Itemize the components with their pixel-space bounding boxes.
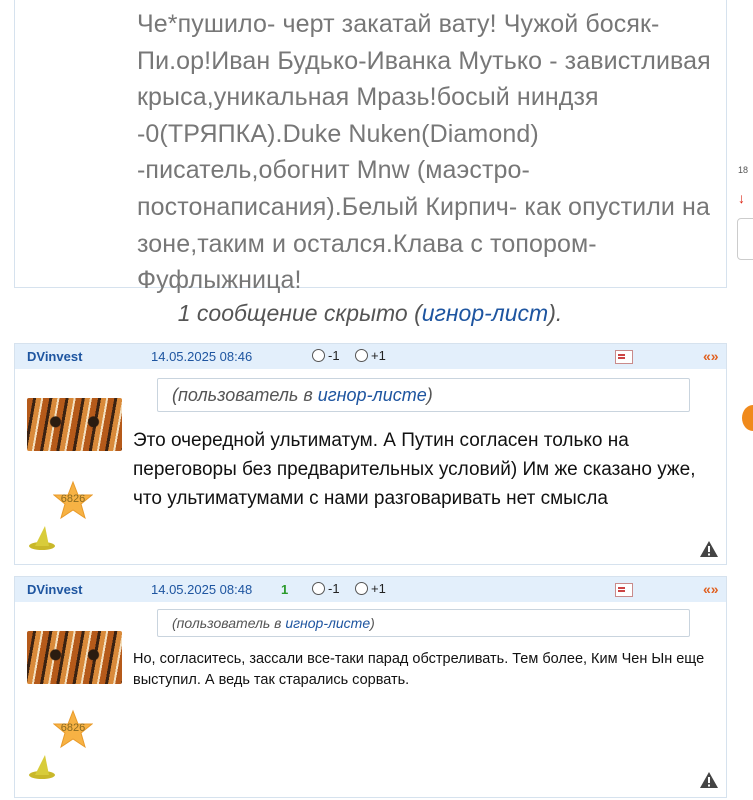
post-score: 1 — [281, 582, 289, 597]
vote-plus[interactable]: +1 — [355, 348, 386, 363]
post-date[interactable]: 14.05.2025 08:48 — [151, 582, 252, 597]
sidebar-button[interactable] — [737, 218, 753, 260]
vote-plus-label: +1 — [371, 348, 386, 363]
avatar[interactable] — [27, 631, 122, 684]
report-warning-icon[interactable] — [699, 540, 719, 558]
rating-value: 6826 — [60, 493, 86, 505]
ignore-prefix: (пользователь в — [172, 615, 286, 631]
post-date[interactable]: 14.05.2025 08:46 — [151, 349, 252, 364]
down-arrow-icon[interactable]: ↓ — [738, 190, 745, 206]
post-header: DVinvest 14.05.2025 08:48 1 -1 +1 «» — [15, 577, 726, 602]
sidebar-number: 18 — [738, 165, 749, 175]
report-warning-icon[interactable] — [699, 771, 719, 789]
wizard-hat-icon — [27, 524, 57, 552]
vote-minus-label: -1 — [328, 348, 340, 363]
post-author[interactable]: DVinvest — [27, 582, 82, 597]
ignore-list-link[interactable]: игнор-листе — [285, 615, 370, 631]
quote-nav-link[interactable]: «» — [703, 581, 719, 597]
forum-post: DVinvest 14.05.2025 08:46 -1 +1 «» 6826 … — [14, 343, 727, 565]
vote-minus-label: -1 — [328, 581, 340, 596]
post-header: DVinvest 14.05.2025 08:46 -1 +1 «» — [15, 344, 726, 369]
previous-post: Че*пушило- черт закатай вату! Чужой бося… — [14, 0, 727, 294]
post-message: Но, согласитесь, зассали все-таки парад … — [133, 651, 705, 688]
hidden-messages-note: 1 сообщение скрыто (игнор-лист). — [0, 300, 740, 327]
ignore-suffix: ) — [426, 385, 433, 405]
ignored-user-box: (пользователь в игнор-листе) — [157, 609, 690, 637]
wizard-hat-icon — [27, 753, 57, 781]
radio-icon[interactable] — [355, 582, 368, 595]
radio-icon[interactable] — [312, 349, 325, 362]
message-icon[interactable] — [615, 350, 633, 364]
post-author[interactable]: DVinvest — [27, 349, 82, 364]
orange-badge-icon[interactable] — [742, 405, 753, 431]
ignored-user-box: (пользователь в игнор-листе) — [157, 378, 690, 412]
rating-star-icon: 6826 — [52, 709, 94, 749]
ignore-list-link[interactable]: игнор-лист — [422, 300, 548, 326]
vote-plus-label: +1 — [371, 581, 386, 596]
vote-minus[interactable]: -1 — [312, 581, 340, 596]
hidden-note-prefix: 1 сообщение скрыто ( — [177, 300, 422, 326]
rating-star-icon: 6826 — [52, 480, 94, 520]
message-icon[interactable] — [615, 583, 633, 597]
ignore-suffix: ) — [370, 615, 375, 631]
post-message: Это очередной ультиматум. А Путин соглас… — [133, 430, 696, 509]
previous-post-text: Че*пушило- черт закатай вату! Чужой бося… — [137, 10, 711, 295]
forum-post: DVinvest 14.05.2025 08:48 1 -1 +1 «» 682… — [14, 576, 727, 798]
vote-plus[interactable]: +1 — [355, 581, 386, 596]
vote-minus[interactable]: -1 — [312, 348, 340, 363]
ignore-list-link[interactable]: игнор-листе — [318, 385, 427, 405]
ignore-prefix: (пользователь в — [172, 385, 318, 405]
radio-icon[interactable] — [312, 582, 325, 595]
avatar[interactable] — [27, 398, 122, 451]
rating-value: 6826 — [60, 722, 86, 734]
right-sidebar-fragment: 18 ↓ — [728, 0, 753, 800]
hidden-note-suffix: ). — [548, 300, 563, 326]
quote-nav-link[interactable]: «» — [703, 348, 719, 364]
radio-icon[interactable] — [355, 349, 368, 362]
